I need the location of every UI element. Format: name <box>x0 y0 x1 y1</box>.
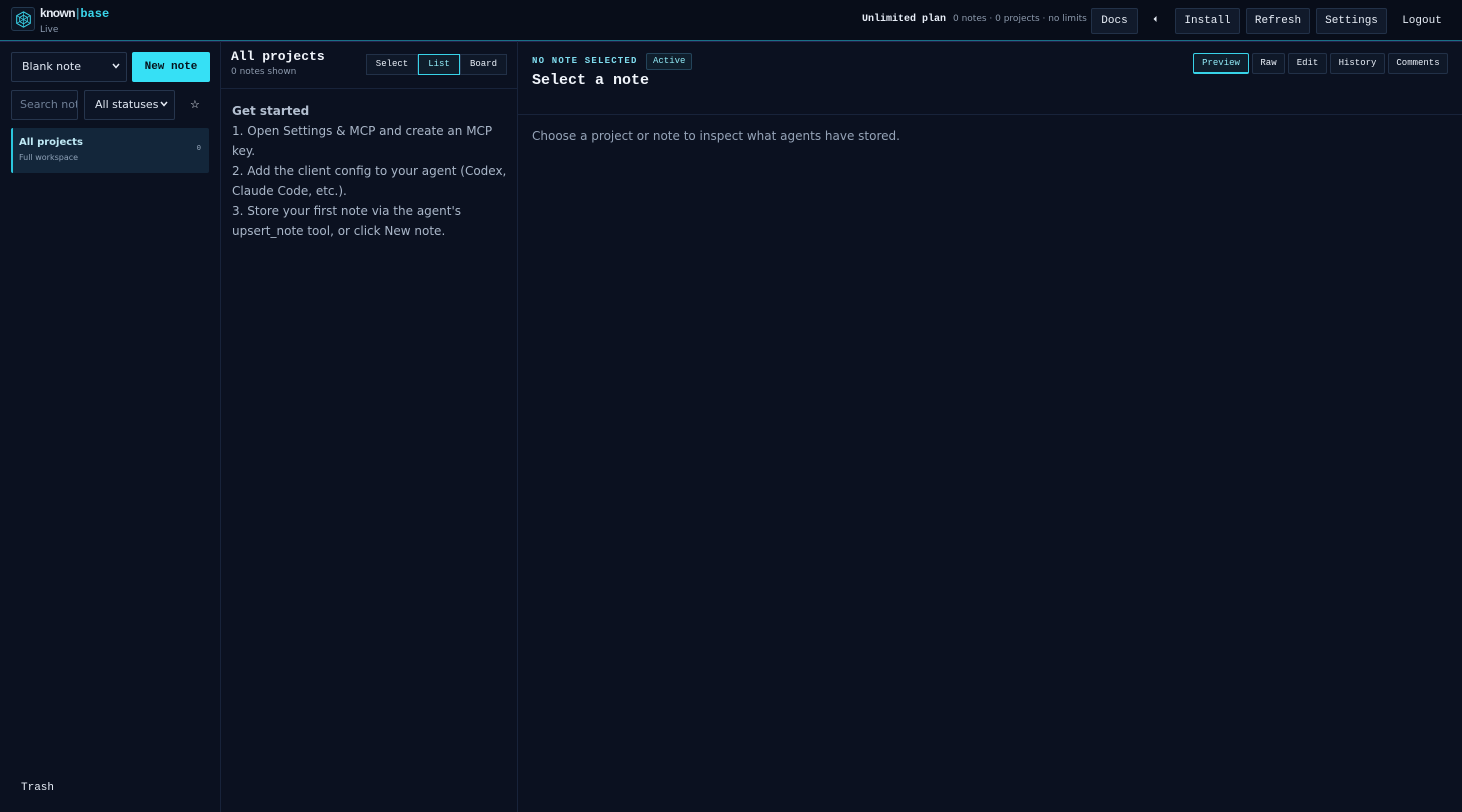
live-status: Live <box>40 25 59 35</box>
template-select-value: Blank note <box>22 60 81 73</box>
project-subtitle: Full workspace <box>19 153 79 162</box>
refresh-button[interactable]: Refresh <box>1246 8 1310 34</box>
selection-kicker: NO NOTE SELECTED <box>532 56 638 66</box>
brand-separator: | <box>76 6 80 20</box>
status-badge: Active <box>646 53 693 70</box>
board-view-button[interactable]: Board <box>460 54 507 75</box>
docs-button[interactable]: Docs <box>1091 8 1138 34</box>
list-count: 0 notes shown <box>231 67 297 77</box>
tab-history[interactable]: History <box>1330 53 1385 74</box>
logout-button[interactable]: Logout <box>1395 8 1449 34</box>
empty-state-message: Choose a project or note to inspect what… <box>532 129 900 143</box>
brand-word-base: base <box>80 7 110 21</box>
get-started-title: Get started <box>232 104 310 118</box>
favorites-star-icon[interactable]: ☆ <box>190 98 200 111</box>
note-detail-pane: NO NOTE SELECTED Active Select a note Pr… <box>518 41 1462 812</box>
trash-link[interactable]: Trash <box>21 782 54 794</box>
caret-left-icon[interactable] <box>1152 15 1158 23</box>
settings-button[interactable]: Settings <box>1316 8 1387 34</box>
project-title: All projects <box>19 137 83 148</box>
list-header: All projects 0 notes shown Select List B… <box>221 41 517 89</box>
chevron-down-icon <box>112 63 120 69</box>
sidebar: Blank note New note Search notes All sta… <box>0 41 221 812</box>
detail-header: NO NOTE SELECTED Active Select a note Pr… <box>518 41 1462 115</box>
tab-preview[interactable]: Preview <box>1193 53 1249 74</box>
tab-edit[interactable]: Edit <box>1288 53 1327 74</box>
list-view-button[interactable]: List <box>418 54 460 75</box>
get-started-panel: Get started 1. Open Settings & MCP and c… <box>232 101 512 241</box>
note-list-pane: All projects 0 notes shown Select List B… <box>221 41 518 812</box>
new-note-button[interactable]: New note <box>132 52 210 82</box>
hexagon-network-icon <box>16 11 31 28</box>
tab-comments[interactable]: Comments <box>1388 53 1448 74</box>
search-input[interactable]: Search notes <box>11 90 78 120</box>
logo[interactable] <box>11 7 35 31</box>
brand-wordmark: known|base <box>40 6 109 21</box>
tab-raw[interactable]: Raw <box>1252 53 1285 74</box>
status-filter-value: All statuses <box>95 98 159 111</box>
template-select[interactable]: Blank note <box>11 52 127 82</box>
sidebar-item-all-projects[interactable]: All projects Full workspace 0 <box>11 128 209 173</box>
install-button[interactable]: Install <box>1175 8 1240 34</box>
get-started-step: 2. Add the client config to your agent (… <box>232 164 507 198</box>
plan-usage: 0 notes · 0 projects · no limits <box>953 14 1087 24</box>
brand-word-known: known <box>40 6 76 20</box>
chevron-down-icon <box>160 101 168 107</box>
get-started-step: 1. Open Settings & MCP and create an MCP… <box>232 124 493 158</box>
list-title: All projects <box>231 49 325 64</box>
status-filter-select[interactable]: All statuses <box>84 90 175 120</box>
get-started-step: 3. Store your first note via the agent's… <box>232 204 462 238</box>
plan-name: Unlimited plan <box>862 14 947 25</box>
select-mode-button[interactable]: Select <box>366 54 418 75</box>
project-note-count: 0 <box>196 145 201 153</box>
note-title: Select a note <box>532 72 650 89</box>
top-bar: known|base Live Unlimited plan 0 notes ·… <box>0 0 1462 41</box>
